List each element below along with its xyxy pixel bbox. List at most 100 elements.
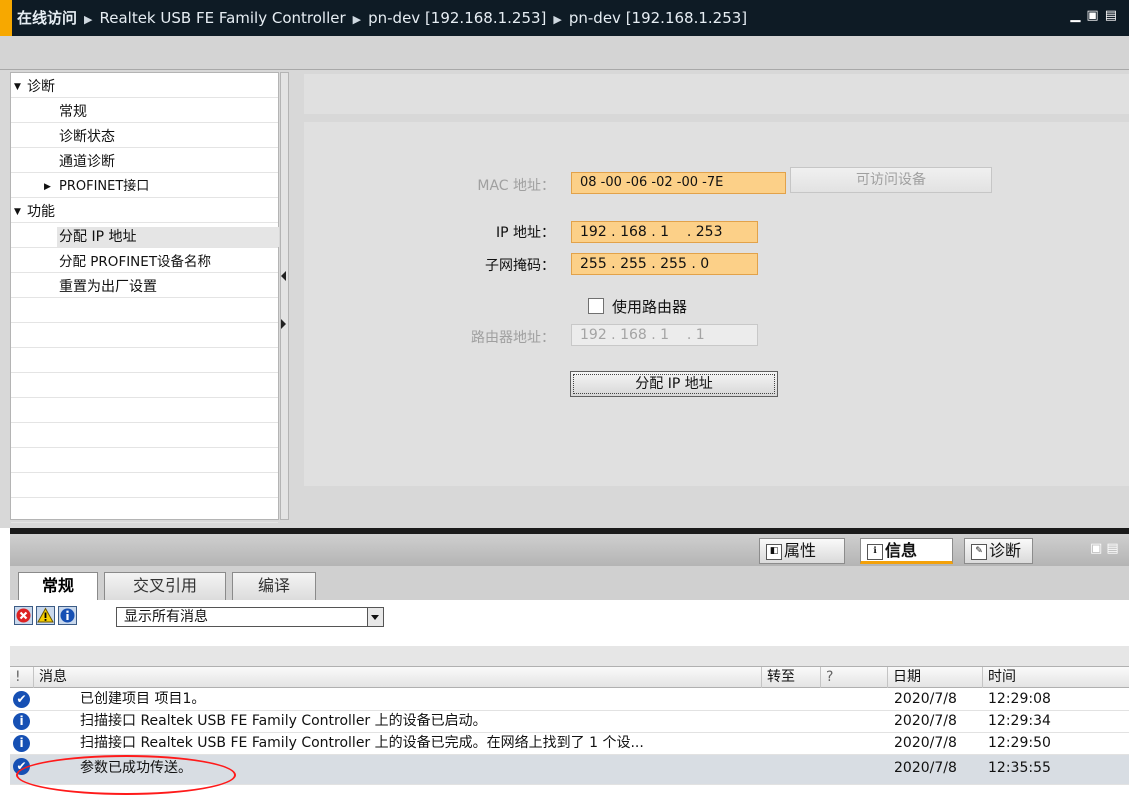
tree-row — [11, 498, 278, 523]
tree-item-diagnostics[interactable]: 诊断 — [27, 77, 55, 97]
subtab-general[interactable]: 常规 — [18, 572, 98, 601]
tree-item-general[interactable]: 常规 — [59, 102, 87, 122]
chevron-down-icon[interactable] — [367, 608, 383, 626]
tree-item-reset-factory[interactable]: 重置为出厂设置 — [59, 277, 157, 297]
message-time: 12:29:50 — [988, 735, 1051, 751]
subtab-cross-references[interactable]: 交叉引用 — [104, 572, 226, 600]
tree-item-functions[interactable]: 功能 — [27, 202, 55, 222]
message-row[interactable]: i 扫描接口 Realtek USB FE Family Controller … — [10, 711, 1129, 733]
router-address-field: 192 . 168 . 1 . 1 — [571, 324, 758, 346]
use-router-checkbox[interactable] — [588, 298, 604, 314]
router-address-label: 路由器地址： — [471, 330, 555, 346]
tab-info-label: 信息 — [885, 541, 918, 560]
info-icon — [60, 608, 75, 623]
message-row[interactable]: ✔ 已创建项目 项目1。 2020/7/8 12:29:08 — [10, 689, 1129, 711]
properties-icon: ◧ — [766, 544, 782, 560]
tab-properties-label: 属性 — [784, 541, 817, 560]
assign-ip-button[interactable]: 分配 IP 地址 — [570, 371, 778, 397]
column-header-goto[interactable]: 转至 — [762, 667, 821, 688]
tree-row — [11, 373, 278, 398]
subnet-mask-label: 子网掩码： — [485, 258, 555, 274]
tab-diagnostics[interactable]: ✎ 诊断 — [964, 538, 1033, 564]
restore-icon[interactable]: ▣ — [1086, 8, 1104, 23]
message-row[interactable]: i 扫描接口 Realtek USB FE Family Controller … — [10, 733, 1129, 755]
error-icon — [16, 608, 31, 623]
diagnostics-tab-icon: ✎ — [971, 544, 987, 560]
window-controls: ▁▣▤ — [1070, 8, 1123, 23]
mac-address-label: MAC 地址： — [477, 178, 555, 194]
column-header-time[interactable]: 时间 — [983, 667, 1129, 688]
subtab-compile[interactable]: 编译 — [232, 572, 316, 600]
message-text: 扫描接口 Realtek USB FE Family Controller 上的… — [80, 735, 644, 751]
tree-row — [11, 398, 278, 423]
toolbar — [0, 36, 1129, 70]
subnet-mask-field[interactable]: 255 . 255 . 255 . 0 — [571, 253, 758, 275]
message-time: 12:29:34 — [988, 713, 1051, 729]
filter-errors-button[interactable] — [14, 606, 33, 625]
message-text: 扫描接口 Realtek USB FE Family Controller 上的… — [80, 713, 487, 729]
tree-row — [11, 148, 278, 173]
info-tab-icon: ℹ — [867, 544, 883, 560]
tree-item-assign-profinet-name[interactable]: 分配 PROFINET设备名称 — [59, 252, 211, 272]
float-icon[interactable]: ▤ — [1105, 8, 1123, 23]
tab-info[interactable]: ℹ 信息 — [860, 538, 953, 564]
column-header-severity[interactable]: ! — [10, 667, 34, 688]
message-date: 2020/7/8 — [894, 760, 957, 776]
panel-splitter[interactable] — [280, 72, 289, 520]
column-header-message[interactable]: 消息 — [34, 667, 762, 688]
tree-row — [11, 123, 278, 148]
info-message-icon: i — [13, 713, 30, 730]
grouping-strip — [10, 646, 1129, 666]
column-header-help[interactable]: ? — [821, 667, 888, 688]
tab-diagnostics-label: 诊断 — [989, 541, 1022, 560]
highlight-annotation-circle — [16, 755, 236, 795]
filter-warnings-button[interactable] — [36, 606, 55, 625]
message-filter-value: 显示所有消息 — [124, 609, 208, 625]
inspector-window-controls[interactable]: ▣ ▤ — [1090, 541, 1119, 556]
ip-address-field[interactable]: 192 . 168 . 1 . 253 — [571, 221, 758, 243]
message-time: 12:35:55 — [988, 760, 1051, 776]
column-header-date[interactable]: 日期 — [888, 667, 983, 688]
tree-row — [11, 298, 278, 323]
filter-info-button[interactable] — [58, 606, 77, 625]
use-router-label[interactable]: 使用路由器 — [612, 296, 687, 317]
section-header-area — [304, 74, 1129, 114]
info-message-icon: i — [13, 735, 30, 752]
tree-row — [11, 348, 278, 373]
success-check-icon: ✔ — [13, 691, 30, 708]
tree-row — [11, 98, 278, 123]
title-accent-strip — [0, 0, 12, 36]
tree-item-diagnostic-status[interactable]: 诊断状态 — [59, 127, 115, 147]
collapse-triangle-icon[interactable]: ▼ — [14, 77, 21, 97]
tree-row — [11, 323, 278, 348]
tree-item-assign-ip[interactable]: 分配 IP 地址 — [57, 227, 279, 247]
message-text: 已创建项目 项目1。 — [80, 691, 206, 707]
collapse-left-icon[interactable] — [281, 271, 286, 281]
tree-item-profinet-interface[interactable]: PROFINET接口 — [59, 177, 149, 197]
tree-row — [11, 473, 278, 498]
expand-right-icon[interactable] — [281, 319, 286, 329]
function-tree: ▼ 诊断 常规 诊断状态 通道诊断 ▶ PROFINET接口 ▼ 功能 分配 I… — [10, 72, 279, 523]
tab-properties[interactable]: ◧ 属性 — [759, 538, 845, 564]
message-date: 2020/7/8 — [894, 691, 957, 707]
breadcrumb-item-online-access[interactable]: 在线访问 — [17, 9, 77, 27]
ip-address-label: IP 地址： — [495, 225, 555, 241]
accessible-devices-button[interactable]: 可访问设备 — [790, 167, 992, 193]
message-filter-select[interactable]: 显示所有消息 — [116, 607, 384, 627]
tree-item-channel-diagnostics[interactable]: 通道诊断 — [59, 152, 115, 172]
breadcrumb-arrow-icon: ▶ — [84, 13, 93, 26]
breadcrumb: 在线访问 ▶ Realtek USB FE Family Controller ▶ pn… — [17, 7, 747, 28]
breadcrumb-item-device-detail[interactable]: pn-dev [192.168.1.253] — [569, 9, 747, 27]
breadcrumb-item-device[interactable]: pn-dev [192.168.1.253] — [368, 9, 546, 27]
message-date: 2020/7/8 — [894, 735, 957, 751]
tree-row — [11, 448, 278, 473]
tree-row — [11, 423, 278, 448]
mac-address-field: 08 -00 -06 -02 -00 -7E — [571, 172, 786, 194]
breadcrumb-item-controller[interactable]: Realtek USB FE Family Controller — [99, 9, 345, 27]
collapse-triangle-icon[interactable]: ▼ — [14, 202, 21, 222]
warning-icon — [37, 607, 54, 623]
minimize-icon[interactable]: ▁ — [1070, 8, 1086, 23]
inspector-tab-bar — [10, 534, 1129, 566]
breadcrumb-arrow-icon: ▶ — [553, 13, 562, 26]
expand-triangle-icon[interactable]: ▶ — [44, 177, 51, 197]
